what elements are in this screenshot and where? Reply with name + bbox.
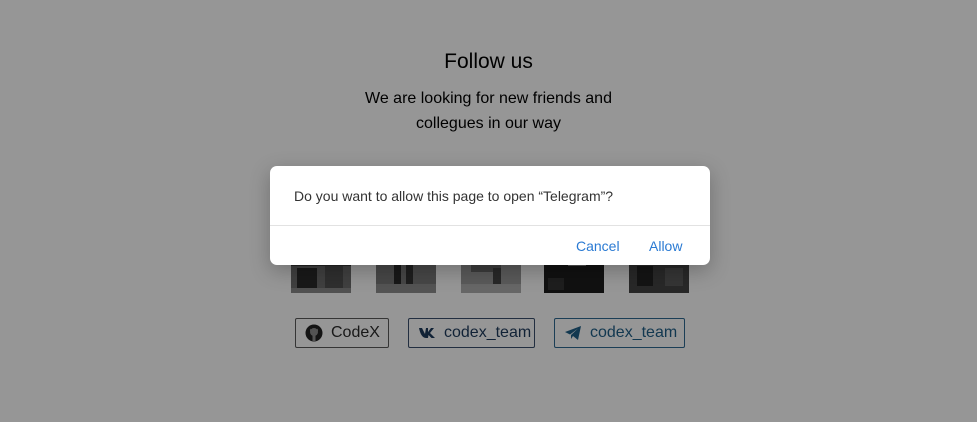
allow-button[interactable]: Allow [649, 238, 682, 254]
cancel-button[interactable]: Cancel [576, 238, 620, 254]
dialog-divider [270, 225, 710, 226]
dialog-message: Do you want to allow this page to open “… [294, 188, 614, 204]
open-app-dialog: Do you want to allow this page to open “… [270, 166, 710, 265]
